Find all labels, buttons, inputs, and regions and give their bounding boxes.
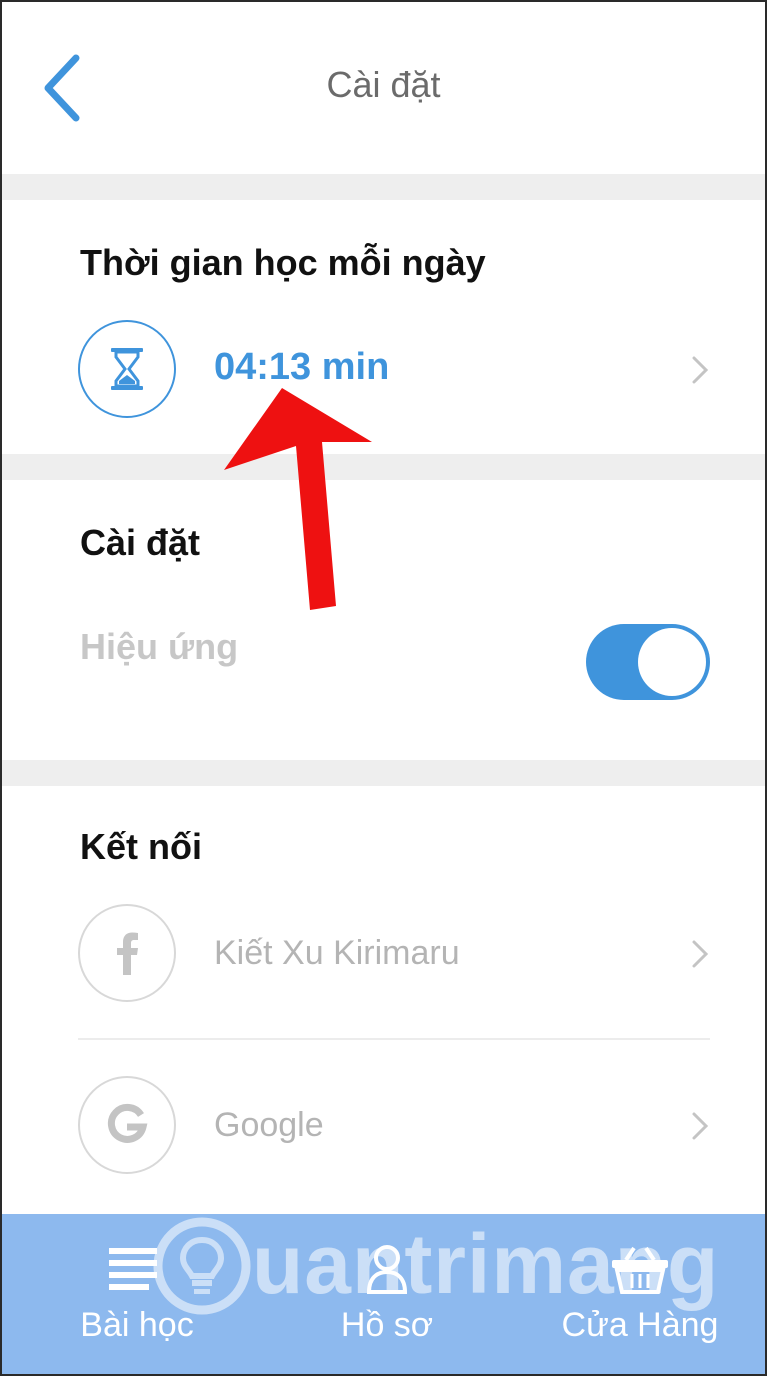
tab-profile-label: Hồ sơ [340, 1306, 434, 1344]
shop-basket-icon [612, 1246, 668, 1294]
tab-profile[interactable]: Hồ sơ [312, 1214, 462, 1374]
row-divider [78, 1038, 710, 1040]
hourglass-icon [78, 320, 176, 418]
tab-lessons-label: Bài học [80, 1306, 194, 1344]
section-separator [2, 454, 765, 480]
chevron-right-icon [692, 940, 709, 968]
facebook-account-name: Kiết Xu Kirimaru [214, 934, 460, 972]
page-title: Cài đặt [326, 64, 441, 105]
daily-time-section-title: Thời gian học mỗi ngày [80, 242, 486, 283]
chevron-right-icon [692, 356, 709, 384]
profile-icon [366, 1245, 408, 1294]
nav-header: Cài đặt [2, 2, 765, 174]
facebook-connect-row[interactable]: Kiết Xu Kirimaru [78, 904, 710, 1004]
google-icon [78, 1076, 176, 1174]
effect-label: Hiệu ứng [80, 626, 239, 667]
bottom-tab-bar: Bài học Hồ sơ Cửa Hàng [2, 1214, 765, 1374]
tab-shop-label: Cửa Hàng [561, 1306, 719, 1344]
daily-time-row[interactable]: 04:13 min [78, 320, 710, 420]
google-label: Google [214, 1106, 324, 1144]
settings-screen: Cài đặt Thời gian học mỗi ngày 04:13 min… [0, 0, 767, 1376]
effect-toggle[interactable] [586, 624, 710, 700]
chevron-right-icon [692, 1112, 709, 1140]
tab-lessons[interactable]: Bài học [62, 1214, 212, 1374]
connect-section-title: Kết nối [80, 826, 202, 867]
daily-time-value: 04:13 min [214, 346, 390, 388]
google-connect-row[interactable]: Google [78, 1076, 710, 1176]
settings-section-title: Cài đặt [80, 522, 201, 563]
lessons-icon [109, 1248, 157, 1290]
section-separator [2, 760, 765, 786]
tab-shop[interactable]: Cửa Hàng [550, 1214, 730, 1374]
section-separator [2, 174, 765, 200]
toggle-knob [638, 628, 706, 696]
facebook-icon [78, 904, 176, 1002]
